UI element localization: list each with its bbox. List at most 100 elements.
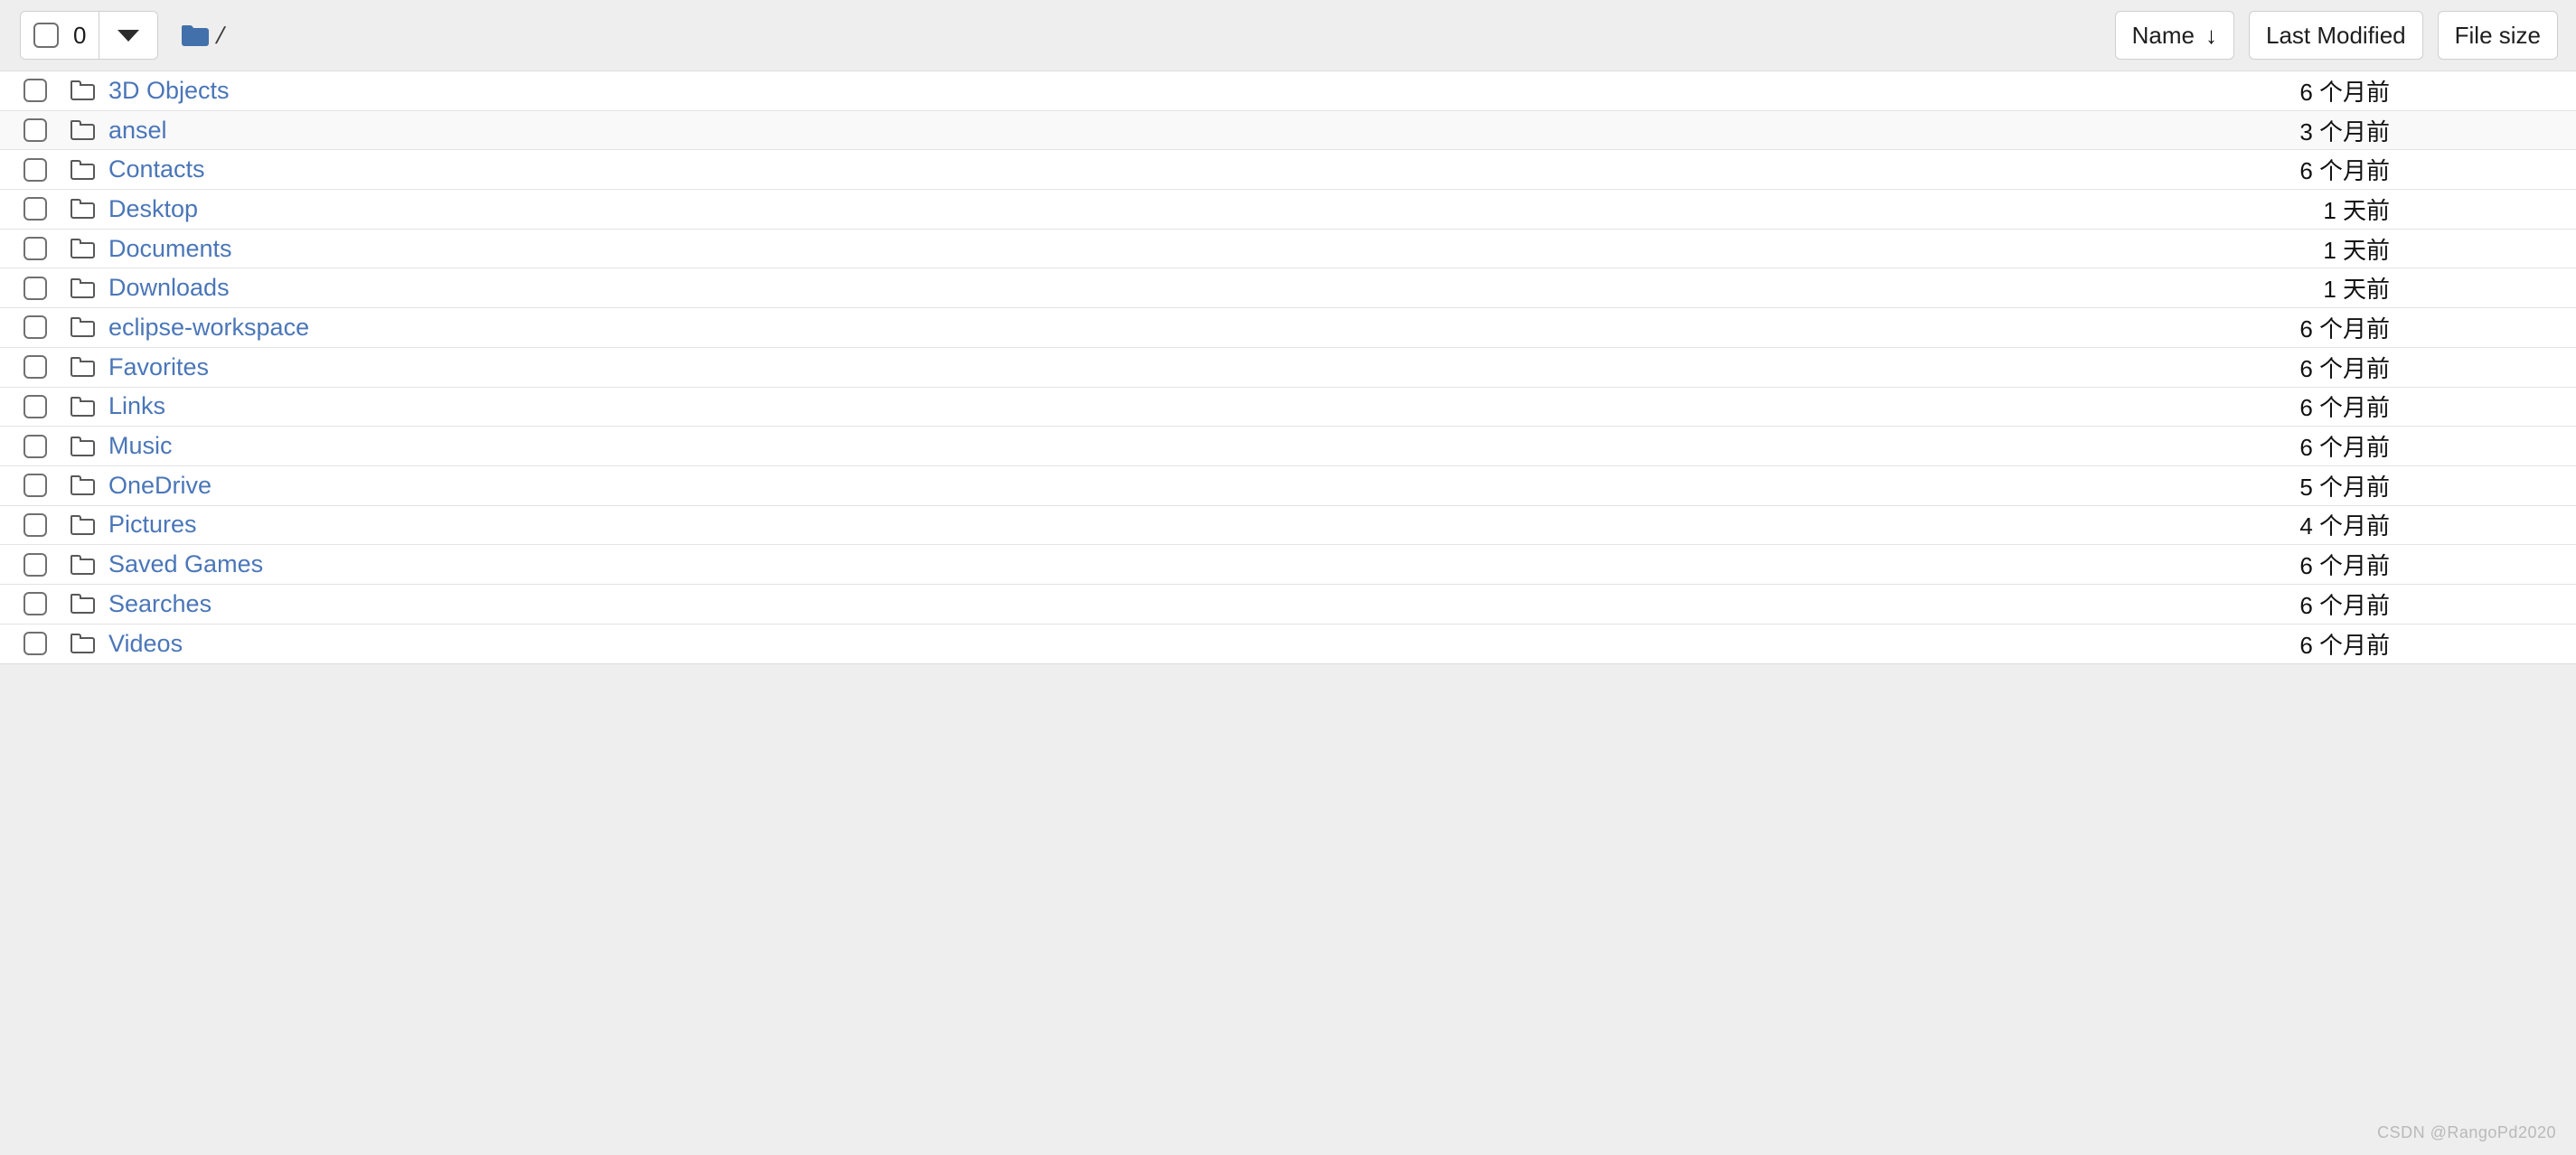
row-checkbox-cell — [0, 79, 71, 103]
file-name-link[interactable]: OneDrive — [108, 473, 212, 498]
row-checkbox-cell — [0, 276, 71, 300]
row-checkbox-cell — [0, 632, 71, 656]
table-row[interactable]: Music 6 个月前 — [0, 427, 2576, 466]
row-checkbox-cell — [0, 315, 71, 340]
row-last-modified: 6 个月前 — [2299, 434, 2390, 462]
chevron-down-icon — [118, 29, 140, 42]
checkbox-icon[interactable] — [24, 276, 47, 300]
file-name-link[interactable]: Searches — [108, 591, 212, 616]
file-name-link[interactable]: Pictures — [108, 512, 197, 537]
row-last-modified: 6 个月前 — [2299, 631, 2390, 659]
checkbox-icon[interactable] — [24, 79, 47, 103]
selection-dropdown-button[interactable] — [99, 12, 158, 59]
folder-icon — [71, 277, 95, 298]
file-browser-app: 0 / Name ↓ Last Modified File size 3D Ob… — [0, 0, 2576, 1155]
checkbox-icon[interactable] — [24, 394, 47, 418]
row-name-cell: Searches — [71, 591, 2046, 616]
file-list-rows: 3D Objects 6 个月前 ansel 3 个月前 Contacts 6 个月前 De… — [0, 71, 2576, 664]
folder-icon — [71, 357, 95, 378]
table-row[interactable]: Favorites 6 个月前 — [0, 347, 2576, 388]
arrow-down-icon: ↓ — [2205, 22, 2217, 49]
table-row[interactable]: Downloads 1 天前 — [0, 268, 2576, 309]
row-name-cell: Music — [71, 434, 2046, 458]
file-name-link[interactable]: 3D Objects — [108, 78, 230, 103]
row-name-cell: OneDrive — [71, 473, 2046, 498]
row-name-cell: 3D Objects — [71, 78, 2046, 103]
file-name-link[interactable]: Documents — [108, 236, 232, 261]
file-name-link[interactable]: Desktop — [108, 196, 198, 221]
sort-by-file-size-button[interactable]: File size — [2437, 11, 2558, 60]
row-last-modified: 1 天前 — [2323, 276, 2390, 304]
folder-icon — [71, 80, 95, 101]
table-row[interactable]: Contacts 6 个月前 — [0, 150, 2576, 191]
checkbox-icon[interactable] — [24, 434, 47, 458]
checkbox-icon[interactable] — [24, 118, 47, 143]
row-name-cell: Contacts — [71, 157, 2046, 182]
row-name-cell: Videos — [71, 631, 2046, 656]
table-row[interactable]: Saved Games 6 个月前 — [0, 545, 2576, 585]
row-checkbox-cell — [0, 118, 71, 143]
folder-icon — [71, 199, 95, 220]
row-name-cell: Desktop — [71, 196, 2046, 221]
table-row[interactable]: eclipse-workspace 6 个月前 — [0, 308, 2576, 348]
file-name-link[interactable]: Links — [108, 394, 165, 418]
table-row[interactable]: Pictures 4 个月前 — [0, 505, 2576, 546]
file-name-link[interactable]: Videos — [108, 631, 183, 656]
checkbox-icon[interactable] — [24, 315, 47, 340]
folder-icon — [71, 159, 95, 180]
table-row[interactable]: Searches 6 个月前 — [0, 584, 2576, 624]
checkbox-icon — [33, 23, 59, 48]
file-name-link[interactable]: Favorites — [108, 354, 209, 380]
row-last-modified: 1 天前 — [2323, 196, 2390, 224]
row-last-modified: 6 个月前 — [2299, 315, 2390, 343]
checkbox-icon[interactable] — [24, 157, 47, 182]
row-checkbox-cell — [0, 592, 71, 616]
checkbox-icon[interactable] — [24, 197, 47, 221]
sort-by-name-button[interactable]: Name ↓ — [2114, 11, 2234, 60]
table-row[interactable]: Links 6 个月前 — [0, 387, 2576, 427]
folder-icon — [71, 594, 95, 615]
checkbox-icon[interactable] — [24, 592, 47, 616]
row-last-modified: 3 个月前 — [2299, 117, 2390, 146]
breadcrumb[interactable]: / — [182, 22, 225, 50]
row-checkbox-cell — [0, 197, 71, 221]
checkbox-icon[interactable] — [24, 355, 47, 380]
checkbox-icon[interactable] — [24, 512, 47, 537]
checkbox-icon[interactable] — [24, 237, 47, 261]
folder-icon — [71, 317, 95, 338]
select-all-button[interactable]: 0 — [21, 12, 99, 59]
row-last-modified: 6 个月前 — [2299, 552, 2390, 580]
checkbox-icon[interactable] — [24, 474, 47, 498]
checkbox-icon[interactable] — [24, 552, 47, 577]
table-row[interactable]: Desktop 1 天前 — [0, 190, 2576, 230]
table-row[interactable]: OneDrive 5 个月前 — [0, 465, 2576, 506]
row-name-cell: ansel — [71, 117, 2046, 143]
file-name-link[interactable]: ansel — [108, 117, 167, 143]
row-last-modified: 5 个月前 — [2299, 473, 2390, 501]
table-row[interactable]: 3D Objects 6 个月前 — [0, 71, 2576, 111]
folder-icon — [71, 239, 95, 259]
row-name-cell: Downloads — [71, 276, 2046, 300]
toolbar: 0 / Name ↓ Last Modified File size — [0, 0, 2576, 70]
selection-count: 0 — [73, 22, 87, 49]
row-checkbox-cell — [0, 394, 71, 418]
table-row[interactable]: Documents 1 天前 — [0, 229, 2576, 269]
file-name-link[interactable]: Contacts — [108, 157, 205, 182]
checkbox-icon[interactable] — [24, 632, 47, 656]
folder-icon — [71, 475, 95, 496]
table-row[interactable]: Videos 6 个月前 — [0, 624, 2576, 664]
sort-by-last-modified-button[interactable]: Last Modified — [2248, 11, 2423, 60]
file-name-link[interactable]: Music — [108, 434, 173, 458]
row-checkbox-cell — [0, 237, 71, 261]
file-name-link[interactable]: eclipse-workspace — [108, 315, 309, 340]
row-name-cell: Links — [71, 394, 2046, 418]
file-name-link[interactable]: Saved Games — [108, 552, 263, 577]
file-name-link[interactable]: Downloads — [108, 276, 230, 300]
toolbar-left-group: 0 / — [20, 11, 225, 60]
row-checkbox-cell — [0, 157, 71, 182]
table-row[interactable]: ansel 3 个月前 — [0, 110, 2576, 151]
sort-last-modified-label: Last Modified — [2265, 21, 2406, 49]
row-last-modified: 6 个月前 — [2299, 157, 2390, 185]
row-last-modified: 1 天前 — [2323, 236, 2390, 264]
row-name-cell: Saved Games — [71, 552, 2046, 577]
